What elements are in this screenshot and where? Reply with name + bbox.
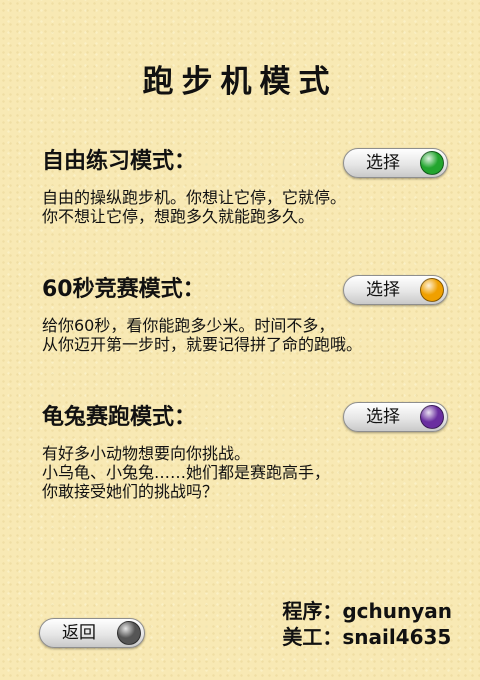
- indicator-light-icon: [420, 405, 444, 429]
- mode-description: 自由的操纵跑步机。你想让它停，它就停。 你不想让它停，想跑多久就能跑多久。: [42, 188, 462, 226]
- description-line: 你敢接受她们的挑战吗？: [42, 482, 219, 501]
- mode-description: 有好多小动物想要向你挑战。 小乌龟、小兔兔……她们都是赛跑高手， 你敢接受她们的…: [42, 444, 462, 501]
- button-label: 返回: [62, 623, 96, 643]
- button-label: 选择: [366, 407, 400, 427]
- indicator-light-icon: [117, 621, 141, 645]
- select-60s-race-button[interactable]: 选择: [343, 275, 448, 305]
- button-label: 选择: [366, 153, 400, 173]
- indicator-light-icon: [420, 278, 444, 302]
- description-line: 从你迈开第一步时，就要记得拼了命的跑哦。: [42, 335, 363, 354]
- page-title: 跑步机模式: [142, 64, 338, 100]
- description-line: 给你60秒，看你能跑多少米。时间不多，: [42, 316, 335, 335]
- description-line: 小乌龟、小兔兔……她们都是赛跑高手，: [42, 463, 331, 482]
- mode-description: 给你60秒，看你能跑多少米。时间不多， 从你迈开第一步时，就要记得拼了命的跑哦。: [42, 316, 462, 354]
- description-line: 自由的操纵跑步机。你想让它停，它就停。: [42, 188, 347, 207]
- credits: 程序：gchunyan 美工：snail4635: [282, 598, 452, 650]
- indicator-light-icon: [420, 151, 444, 175]
- programmer-credit: 程序：gchunyan: [282, 599, 452, 623]
- artist-credit: 美工：snail4635: [282, 625, 452, 649]
- select-tortoise-hare-button[interactable]: 选择: [343, 402, 448, 432]
- description-line: 有好多小动物想要向你挑战。: [42, 444, 251, 463]
- back-button[interactable]: 返回: [39, 618, 145, 648]
- button-label: 选择: [366, 280, 400, 300]
- description-line: 你不想让它停，想跑多久就能跑多久。: [42, 207, 315, 226]
- select-free-practice-button[interactable]: 选择: [343, 148, 448, 178]
